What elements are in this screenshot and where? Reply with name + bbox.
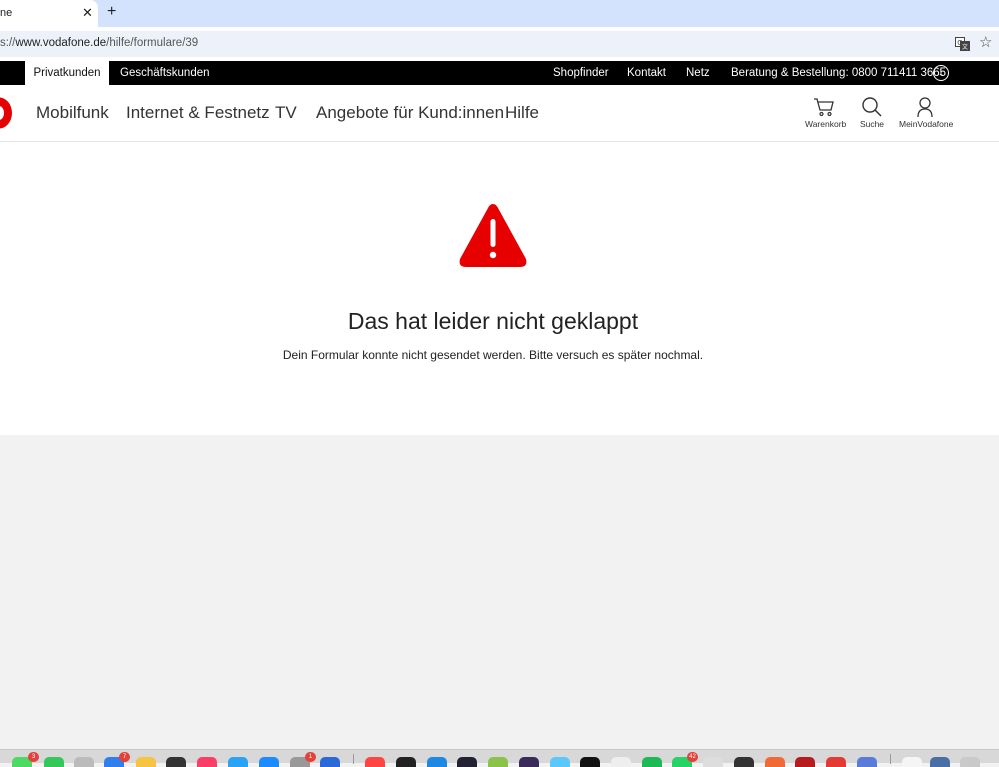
nav-internet-festnetz[interactable]: Internet & Festnetz	[126, 103, 270, 123]
link-netz[interactable]: Netz	[686, 61, 710, 85]
app-store-icon[interactable]	[259, 757, 279, 767]
user-icon	[917, 97, 933, 117]
nav-hilfe[interactable]: Hilfe	[505, 103, 539, 123]
dock-badge: 1	[305, 752, 316, 762]
error-panel: Das hat leider nicht geklappt Dein Formu…	[0, 142, 999, 435]
tab-title: ne	[0, 7, 13, 19]
translate-icon[interactable]: G 文	[955, 37, 970, 51]
app-icon[interactable]	[488, 757, 508, 767]
new-tab-button[interactable]: +	[107, 4, 116, 20]
suche-label: Suche	[859, 119, 885, 129]
music-icon[interactable]	[197, 757, 217, 767]
app-icon[interactable]	[550, 757, 570, 767]
calendar-icon[interactable]	[611, 757, 631, 767]
app-icon[interactable]	[427, 757, 447, 767]
spotify-icon[interactable]	[642, 757, 662, 767]
meinvodafone-button[interactable]: MeinVodafone	[899, 97, 954, 129]
url-text[interactable]: s://www.vodafone.de/hilfe/formulare/39	[0, 37, 198, 49]
notes-icon[interactable]	[136, 757, 156, 767]
trash-icon[interactable]	[960, 757, 980, 767]
browser-toolbar: s://www.vodafone.de/hilfe/formulare/39 G…	[0, 27, 999, 61]
dock-badge: 7	[119, 752, 130, 762]
app-icon[interactable]	[765, 757, 785, 767]
warenkorb-button[interactable]: Warenkorb	[805, 97, 847, 129]
app-icon[interactable]	[826, 757, 846, 767]
dock-badge: 42	[687, 752, 698, 762]
dock-badge: 3	[28, 752, 39, 762]
info-icon[interactable]: i	[933, 65, 949, 81]
hotline-text[interactable]: Beratung & Bestellung: 0800 711411 3665	[731, 61, 946, 85]
app-icon[interactable]	[703, 757, 723, 767]
app-icon[interactable]	[457, 757, 477, 767]
facetime-icon[interactable]	[44, 757, 64, 767]
tab-close-icon[interactable]: ✕	[82, 5, 93, 21]
link-kontakt[interactable]: Kontakt	[627, 61, 666, 85]
app-icon[interactable]	[74, 757, 94, 767]
browser-tab[interactable]: ne ✕	[0, 0, 98, 27]
vodafone-logo-icon[interactable]	[0, 97, 12, 129]
nav-angebote[interactable]: Angebote für Kund:innen	[316, 103, 504, 123]
chrome-icon[interactable]	[365, 757, 385, 767]
bookmark-star-icon[interactable]: ☆	[979, 33, 992, 53]
segment-geschaeftskunden[interactable]: Geschäftskunden	[120, 61, 210, 85]
main-navigation: Mobilfunk Internet & Festnetz TV Angebot…	[0, 85, 999, 142]
page-background	[0, 435, 999, 749]
link-shopfinder[interactable]: Shopfinder	[553, 61, 609, 85]
app-icon[interactable]	[396, 757, 416, 767]
suche-button[interactable]: Suche	[856, 97, 888, 129]
warenkorb-label: Warenkorb	[805, 119, 847, 129]
app-icon[interactable]	[166, 757, 186, 767]
app-icon[interactable]	[320, 757, 340, 767]
utility-bar: Privatkunden Geschäftskunden Shopfinder …	[0, 61, 999, 85]
search-icon	[862, 97, 882, 117]
segment-privatkunden[interactable]: Privatkunden	[25, 61, 109, 85]
meinvodafone-label: MeinVodafone	[899, 119, 954, 129]
nav-tv[interactable]: TV	[275, 103, 297, 123]
app-icon[interactable]	[580, 757, 600, 767]
folder-icon[interactable]	[930, 757, 950, 767]
macos-dock: 3 7 1 42	[0, 749, 999, 767]
app-icon[interactable]	[734, 757, 754, 767]
app-icon[interactable]	[857, 757, 877, 767]
browser-tab-strip: ne ✕ +	[0, 0, 999, 27]
app-icon[interactable]	[795, 757, 815, 767]
warning-icon	[459, 204, 527, 267]
error-title: Das hat leider nicht geklappt	[347, 308, 639, 334]
cart-icon	[814, 98, 834, 117]
folder-icon[interactable]	[902, 757, 922, 767]
app-icon[interactable]	[519, 757, 539, 767]
nav-mobilfunk[interactable]: Mobilfunk	[36, 103, 109, 123]
app-icon[interactable]	[228, 757, 248, 767]
svg-text:文: 文	[962, 43, 968, 51]
error-message: Dein Formular konnte nicht gesendet werd…	[282, 348, 704, 362]
